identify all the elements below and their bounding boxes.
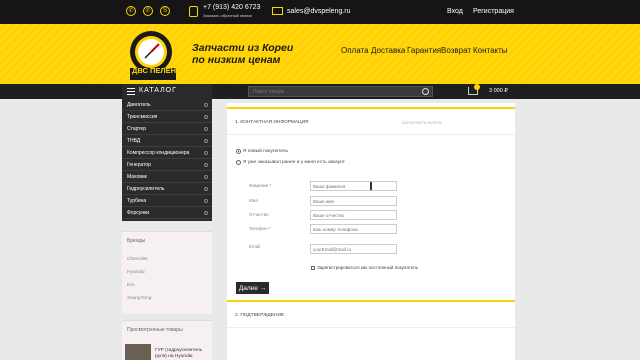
catalog-item-turbine[interactable]: Турбина bbox=[122, 195, 212, 207]
radio-new-customer-label: Я новый покупатель bbox=[243, 149, 289, 154]
chevron-right-icon bbox=[204, 163, 208, 167]
name-field[interactable] bbox=[310, 196, 397, 206]
chevron-right-icon bbox=[204, 199, 208, 203]
callback-link[interactable]: Заказать обратный звонок bbox=[203, 13, 252, 18]
catalog-item-label: Компрессор кондиционера bbox=[127, 150, 190, 156]
register-link[interactable]: Регистрация bbox=[473, 8, 514, 15]
catalog-item-engine[interactable]: Двигатель bbox=[122, 99, 212, 111]
field-label: Телефон * bbox=[249, 226, 271, 231]
catalog-item-starter[interactable]: Стартер bbox=[122, 123, 212, 135]
email-field[interactable] bbox=[310, 244, 397, 254]
catalog-item-label: Форсунки bbox=[127, 210, 150, 216]
search-input[interactable] bbox=[249, 87, 419, 96]
catalog-item-transmission[interactable]: Трансмиссия bbox=[122, 111, 212, 123]
mail-icon bbox=[272, 7, 283, 15]
catalog-item-ac-compressor[interactable]: Компрессор кондиционера bbox=[122, 147, 212, 159]
brands-title: Бренды bbox=[127, 238, 146, 244]
section-confirmation: 2. ПОДТВЕРЖДЕНИЕ bbox=[227, 300, 515, 328]
chevron-right-icon bbox=[204, 151, 208, 155]
search-box bbox=[248, 86, 433, 97]
brand-item[interactable]: SsangYong bbox=[127, 296, 151, 301]
catalog-item-label: Турбина bbox=[127, 198, 147, 204]
chevron-right-icon bbox=[204, 211, 208, 215]
brands-panel: Бренды Chevrolet Hyundai KIA SsangYong bbox=[122, 231, 212, 314]
logo-text: ДВС ПЕЛЕНГ bbox=[132, 66, 181, 75]
catalog-label: КАТАЛОГ bbox=[139, 87, 177, 94]
field-label: Имя bbox=[249, 198, 258, 203]
phone-field[interactable] bbox=[310, 224, 397, 234]
catalog-item-label: Двигатель bbox=[127, 102, 151, 108]
nav-warranty[interactable]: Гарантия bbox=[407, 46, 441, 55]
site-header: ДВС ПЕЛЕНГ Запчасти из Кореи по низким ц… bbox=[0, 24, 640, 84]
catalog-item-label: Генератор bbox=[127, 162, 151, 168]
field-label: Email bbox=[249, 244, 261, 249]
chevron-right-icon bbox=[204, 139, 208, 143]
brand-item[interactable]: Hyundai bbox=[127, 270, 145, 275]
text-cursor-icon bbox=[370, 182, 372, 190]
top-bar: ✆ ✆ S +7 (913) 420 6723 Заказать обратны… bbox=[0, 0, 640, 24]
nav-payment[interactable]: Оплата bbox=[341, 46, 369, 55]
section-title: 2. ПОДТВЕРЖДЕНИЕ bbox=[235, 313, 285, 318]
phone-number[interactable]: +7 (913) 420 6723 bbox=[203, 4, 260, 11]
radio-existing-customer-label: Я уже заказывал ранее и у меня есть акка… bbox=[243, 160, 345, 165]
checkout-main: 1. КОНТАКТНАЯ ИНФОРМАЦИЯ ЗАПОЛНИТЬ ФОРМУ… bbox=[227, 103, 515, 360]
surname-field[interactable] bbox=[310, 181, 397, 191]
catalog-menu: Двигатель Трансмиссия Стартер ТНВД Компр… bbox=[122, 99, 212, 221]
catalog-item-label: Стартер bbox=[127, 126, 147, 132]
brand-item[interactable]: KIA bbox=[127, 283, 135, 288]
nav-delivery[interactable]: Доставка bbox=[371, 46, 405, 55]
cart-sum[interactable]: 3 000 ₽ bbox=[489, 88, 508, 94]
search-icon[interactable] bbox=[422, 88, 429, 95]
nav-contacts[interactable]: Контакты bbox=[473, 46, 508, 55]
slogan-line-2: по низким ценам bbox=[192, 54, 281, 66]
menu-icon bbox=[127, 88, 135, 95]
chevron-right-icon bbox=[204, 127, 208, 131]
nav-return[interactable]: Возврат bbox=[441, 46, 471, 55]
slogan-line-1: Запчасти из Кореи bbox=[192, 42, 294, 54]
phone-icon bbox=[189, 6, 198, 17]
catalog-item-injectors[interactable]: Форсунки bbox=[122, 207, 212, 219]
catalog-item-label: Трансмиссия bbox=[127, 114, 158, 120]
chevron-right-icon bbox=[204, 187, 208, 191]
register-checkbox-label: Зарегистрироваться как постоянный покупа… bbox=[317, 265, 419, 270]
radio-existing-customer[interactable] bbox=[236, 160, 241, 165]
skype-icon[interactable]: S bbox=[160, 6, 170, 16]
field-label: Отчество bbox=[249, 212, 269, 217]
catalog-item-label: ТНВД bbox=[127, 138, 141, 144]
next-button[interactable]: Далее → bbox=[236, 282, 269, 294]
radio-new-customer[interactable] bbox=[236, 149, 241, 154]
login-link[interactable]: Вход bbox=[447, 8, 463, 15]
chevron-right-icon bbox=[204, 175, 208, 179]
catalog-item-label: Маховик bbox=[127, 174, 147, 180]
viewed-product-image[interactable] bbox=[125, 344, 151, 360]
patronymic-field[interactable] bbox=[310, 210, 397, 220]
viber-icon[interactable]: ✆ bbox=[143, 6, 153, 16]
header-slogan: Запчасти из Кореи по низким ценам bbox=[192, 42, 293, 66]
site-logo[interactable] bbox=[125, 28, 185, 84]
catalog-item-generator[interactable]: Генератор bbox=[122, 159, 212, 171]
chevron-right-icon bbox=[204, 115, 208, 119]
catalog-item-flywheel[interactable]: Маховик bbox=[122, 171, 212, 183]
catalog-item-power-steering[interactable]: Гидроусилитель bbox=[122, 183, 212, 195]
field-label: Фамилия * bbox=[249, 183, 272, 188]
catalog-item-label: Гидроусилитель bbox=[127, 186, 165, 192]
brand-item[interactable]: Chevrolet bbox=[127, 257, 148, 262]
catalog-toggle[interactable]: КАТАЛОГ bbox=[122, 84, 212, 99]
fill-form-link[interactable]: ЗАПОЛНИТЬ ФОРМУ bbox=[402, 120, 442, 125]
whatsapp-icon[interactable]: ✆ bbox=[126, 6, 136, 16]
viewed-product-link[interactable]: ГУР (гидроусилитель руля) на Hyundai bbox=[155, 348, 210, 360]
chevron-right-icon bbox=[204, 103, 208, 107]
cart-badge bbox=[474, 84, 480, 90]
viewed-title: Просмотренные товары bbox=[127, 327, 183, 333]
catalog-item-injection-pump[interactable]: ТНВД bbox=[122, 135, 212, 147]
register-checkbox[interactable] bbox=[311, 266, 315, 270]
section-contact-info: 1. КОНТАКТНАЯ ИНФОРМАЦИЯ ЗАПОЛНИТЬ ФОРМУ bbox=[227, 107, 515, 135]
section-title: 1. КОНТАКТНАЯ ИНФОРМАЦИЯ bbox=[235, 120, 309, 125]
email-link[interactable]: sales@dvspeleng.ru bbox=[287, 8, 351, 15]
